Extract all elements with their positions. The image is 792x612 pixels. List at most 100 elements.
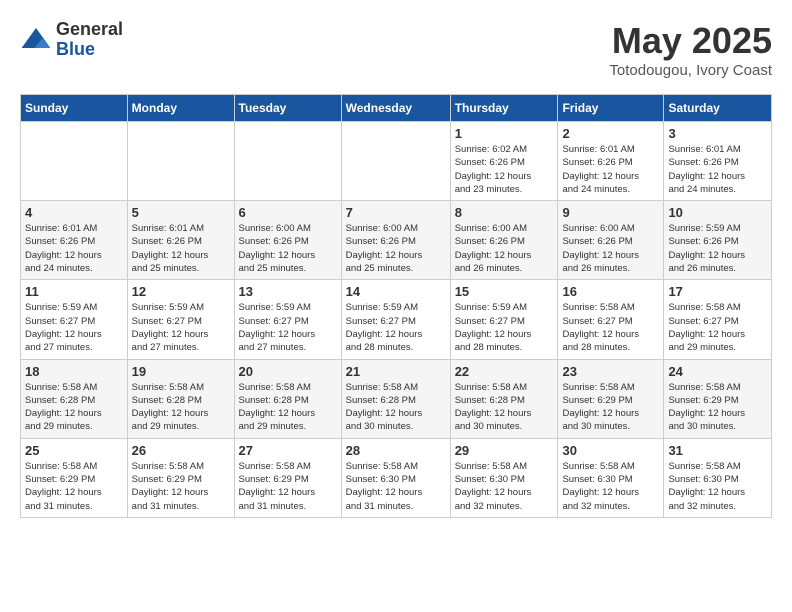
day-info: Sunrise: 6:00 AM Sunset: 6:26 PM Dayligh… bbox=[346, 222, 446, 275]
header-saturday: Saturday bbox=[664, 95, 772, 122]
header-friday: Friday bbox=[558, 95, 664, 122]
day-number: 6 bbox=[239, 205, 337, 220]
day-number: 14 bbox=[346, 284, 446, 299]
logo-icon bbox=[20, 24, 52, 56]
day-number: 3 bbox=[668, 126, 767, 141]
calendar-week-row: 4 Sunrise: 6:01 AM Sunset: 6:26 PM Daylig… bbox=[21, 201, 772, 280]
calendar-cell: 2Sunrise: 6:01 AM Sunset: 6:26 PM Daylig… bbox=[558, 122, 664, 201]
calendar-cell: 23Sunrise: 5:58 AM Sunset: 6:29 PM Dayli… bbox=[558, 359, 664, 438]
day-info: Sunrise: 5:58 AM Sunset: 6:30 PM Dayligh… bbox=[455, 460, 554, 513]
calendar-cell: 6 Sunrise: 6:00 AM Sunset: 6:26 PM Daylig… bbox=[234, 201, 341, 280]
day-number: 16 bbox=[562, 284, 659, 299]
calendar-cell: 14 Sunrise: 5:59 AM Sunset: 6:27 PM Dayli… bbox=[341, 280, 450, 359]
day-number: 30 bbox=[562, 443, 659, 458]
logo: General Blue bbox=[20, 20, 123, 60]
day-info: Sunrise: 5:58 AM Sunset: 6:28 PM Dayligh… bbox=[25, 381, 123, 434]
day-info: Sunrise: 5:58 AM Sunset: 6:30 PM Dayligh… bbox=[562, 460, 659, 513]
day-number: 27 bbox=[239, 443, 337, 458]
day-info: Sunrise: 5:58 AM Sunset: 6:30 PM Dayligh… bbox=[346, 460, 446, 513]
calendar-table: SundayMondayTuesdayWednesdayThursdayFrid… bbox=[20, 94, 772, 518]
day-number: 25 bbox=[25, 443, 123, 458]
calendar-cell: 5 Sunrise: 6:01 AM Sunset: 6:26 PM Daylig… bbox=[127, 201, 234, 280]
day-number: 12 bbox=[132, 284, 230, 299]
day-info: Sunrise: 6:02 AM Sunset: 6:26 PM Dayligh… bbox=[455, 143, 554, 196]
calendar-cell: 18 Sunrise: 5:58 AM Sunset: 6:28 PM Dayli… bbox=[21, 359, 128, 438]
calendar-cell: 21 Sunrise: 5:58 AM Sunset: 6:28 PM Dayli… bbox=[341, 359, 450, 438]
calendar-cell: 12 Sunrise: 5:59 AM Sunset: 6:27 PM Dayli… bbox=[127, 280, 234, 359]
day-info: Sunrise: 5:58 AM Sunset: 6:29 PM Dayligh… bbox=[562, 381, 659, 434]
day-info: Sunrise: 5:58 AM Sunset: 6:27 PM Dayligh… bbox=[668, 301, 767, 354]
day-info: Sunrise: 5:58 AM Sunset: 6:29 PM Dayligh… bbox=[132, 460, 230, 513]
day-info: Sunrise: 6:01 AM Sunset: 6:26 PM Dayligh… bbox=[562, 143, 659, 196]
day-number: 24 bbox=[668, 364, 767, 379]
title-block: May 2025 Totodougou, Ivory Coast bbox=[609, 20, 772, 79]
month-title: May 2025 bbox=[609, 20, 772, 62]
header-wednesday: Wednesday bbox=[341, 95, 450, 122]
calendar-cell: 16 Sunrise: 5:58 AM Sunset: 6:27 PM Dayli… bbox=[558, 280, 664, 359]
day-info: Sunrise: 6:01 AM Sunset: 6:26 PM Dayligh… bbox=[25, 222, 123, 275]
day-info: Sunrise: 5:58 AM Sunset: 6:28 PM Dayligh… bbox=[346, 381, 446, 434]
day-info: Sunrise: 5:58 AM Sunset: 6:29 PM Dayligh… bbox=[25, 460, 123, 513]
calendar-cell: 11Sunrise: 5:59 AM Sunset: 6:27 PM Dayli… bbox=[21, 280, 128, 359]
calendar-cell bbox=[21, 122, 128, 201]
calendar-cell: 28 Sunrise: 5:58 AM Sunset: 6:30 PM Dayli… bbox=[341, 438, 450, 517]
day-number: 31 bbox=[668, 443, 767, 458]
day-info: Sunrise: 5:58 AM Sunset: 6:28 PM Dayligh… bbox=[132, 381, 230, 434]
day-number: 13 bbox=[239, 284, 337, 299]
day-number: 28 bbox=[346, 443, 446, 458]
calendar-cell: 17Sunrise: 5:58 AM Sunset: 6:27 PM Dayli… bbox=[664, 280, 772, 359]
calendar-cell: 19 Sunrise: 5:58 AM Sunset: 6:28 PM Dayli… bbox=[127, 359, 234, 438]
calendar-cell bbox=[127, 122, 234, 201]
day-info: Sunrise: 5:59 AM Sunset: 6:27 PM Dayligh… bbox=[346, 301, 446, 354]
day-info: Sunrise: 6:00 AM Sunset: 6:26 PM Dayligh… bbox=[562, 222, 659, 275]
day-info: Sunrise: 5:59 AM Sunset: 6:27 PM Dayligh… bbox=[239, 301, 337, 354]
calendar-cell: 7 Sunrise: 6:00 AM Sunset: 6:26 PM Daylig… bbox=[341, 201, 450, 280]
calendar-cell: 24 Sunrise: 5:58 AM Sunset: 6:29 PM Dayli… bbox=[664, 359, 772, 438]
day-number: 18 bbox=[25, 364, 123, 379]
day-info: Sunrise: 5:59 AM Sunset: 6:27 PM Dayligh… bbox=[455, 301, 554, 354]
day-info: Sunrise: 6:01 AM Sunset: 6:26 PM Dayligh… bbox=[668, 143, 767, 196]
day-info: Sunrise: 5:59 AM Sunset: 6:26 PM Dayligh… bbox=[668, 222, 767, 275]
calendar-week-row: 11 Sunrise: 5:59 AM Sunset: 6:27 PM Dayli… bbox=[21, 280, 772, 359]
day-info: Sunrise: 5:58 AM Sunset: 6:28 PM Dayligh… bbox=[455, 381, 554, 434]
day-info: Sunrise: 5:59 AM Sunset: 6:27 PM Dayligh… bbox=[132, 301, 230, 354]
calendar-cell: 13 Sunrise: 5:59 AM Sunset: 6:27 PM Dayli… bbox=[234, 280, 341, 359]
day-number: 20 bbox=[239, 364, 337, 379]
day-info: Sunrise: 5:58 AM Sunset: 6:28 PM Dayligh… bbox=[239, 381, 337, 434]
location-text: Totodougou, Ivory Coast bbox=[609, 62, 772, 79]
day-number: 19 bbox=[132, 364, 230, 379]
day-number: 7 bbox=[346, 205, 446, 220]
day-info: Sunrise: 5:58 AM Sunset: 6:29 PM Dayligh… bbox=[239, 460, 337, 513]
calendar-cell: 15Sunrise: 5:59 AM Sunset: 6:27 PM Dayli… bbox=[450, 280, 558, 359]
header-thursday: Thursday bbox=[450, 95, 558, 122]
calendar-cell: 31Sunrise: 5:58 AM Sunset: 6:30 PM Dayli… bbox=[664, 438, 772, 517]
calendar-cell: 10 Sunrise: 5:59 AM Sunset: 6:26 PM Dayli… bbox=[664, 201, 772, 280]
logo-blue-text: Blue bbox=[56, 40, 123, 60]
calendar-cell: 3 Sunrise: 6:01 AM Sunset: 6:26 PM Daylig… bbox=[664, 122, 772, 201]
page-header: General Blue May 2025 Totodougou, Ivory … bbox=[20, 20, 772, 79]
day-info: Sunrise: 6:01 AM Sunset: 6:26 PM Dayligh… bbox=[132, 222, 230, 275]
day-info: Sunrise: 5:58 AM Sunset: 6:29 PM Dayligh… bbox=[668, 381, 767, 434]
day-number: 26 bbox=[132, 443, 230, 458]
calendar-cell: 22 Sunrise: 5:58 AM Sunset: 6:28 PM Dayli… bbox=[450, 359, 558, 438]
calendar-cell: 27 Sunrise: 5:58 AM Sunset: 6:29 PM Dayli… bbox=[234, 438, 341, 517]
logo-general-text: General bbox=[56, 20, 123, 40]
calendar-cell bbox=[234, 122, 341, 201]
logo-text: General Blue bbox=[56, 20, 123, 60]
day-number: 5 bbox=[132, 205, 230, 220]
calendar-week-row: 1Sunrise: 6:02 AM Sunset: 6:26 PM Daylig… bbox=[21, 122, 772, 201]
calendar-cell: 30 Sunrise: 5:58 AM Sunset: 6:30 PM Dayli… bbox=[558, 438, 664, 517]
day-number: 4 bbox=[25, 205, 123, 220]
day-number: 22 bbox=[455, 364, 554, 379]
calendar-cell: 9Sunrise: 6:00 AM Sunset: 6:26 PM Daylig… bbox=[558, 201, 664, 280]
day-number: 21 bbox=[346, 364, 446, 379]
day-number: 10 bbox=[668, 205, 767, 220]
calendar-cell: 4 Sunrise: 6:01 AM Sunset: 6:26 PM Daylig… bbox=[21, 201, 128, 280]
calendar-week-row: 18 Sunrise: 5:58 AM Sunset: 6:28 PM Dayli… bbox=[21, 359, 772, 438]
calendar-cell: 26 Sunrise: 5:58 AM Sunset: 6:29 PM Dayli… bbox=[127, 438, 234, 517]
day-info: Sunrise: 6:00 AM Sunset: 6:26 PM Dayligh… bbox=[239, 222, 337, 275]
day-info: Sunrise: 5:58 AM Sunset: 6:27 PM Dayligh… bbox=[562, 301, 659, 354]
calendar-week-row: 25 Sunrise: 5:58 AM Sunset: 6:29 PM Dayli… bbox=[21, 438, 772, 517]
day-info: Sunrise: 6:00 AM Sunset: 6:26 PM Dayligh… bbox=[455, 222, 554, 275]
day-number: 11 bbox=[25, 284, 123, 299]
